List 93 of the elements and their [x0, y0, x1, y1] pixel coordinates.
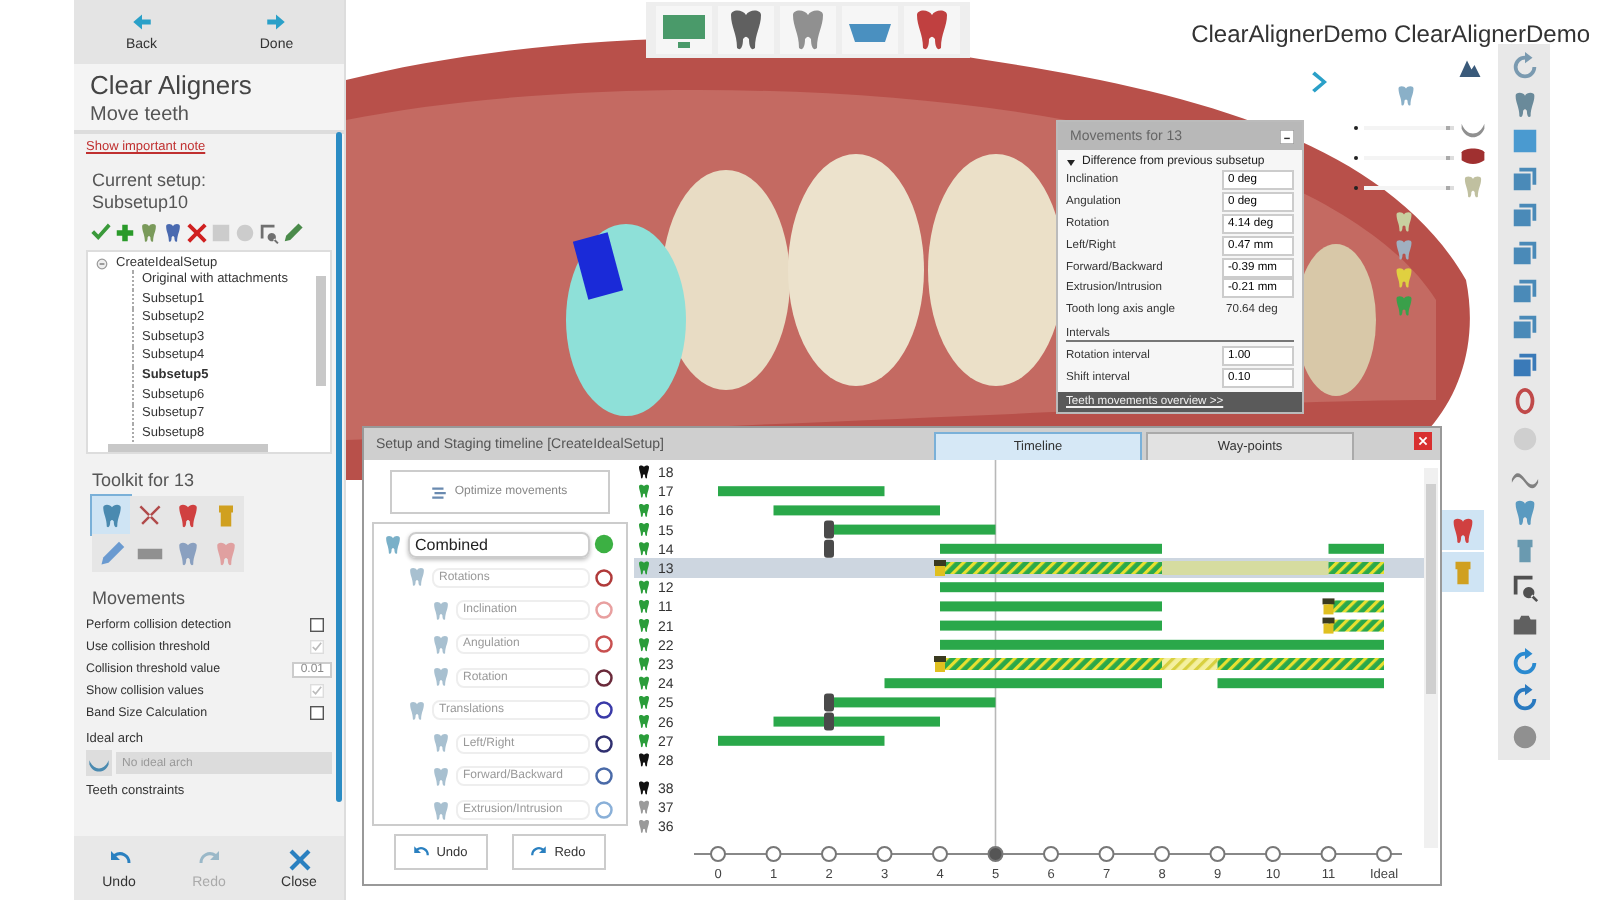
view-cube-icon[interactable] — [1509, 349, 1539, 380]
tooth-icon — [405, 699, 427, 722]
view-cube-icon[interactable] — [1509, 237, 1539, 268]
tooth-icon — [429, 732, 451, 755]
tooth-icon[interactable] — [138, 222, 160, 244]
checkbox[interactable] — [310, 706, 324, 720]
tooth-icon[interactable] — [780, 6, 836, 54]
rotate-icon[interactable] — [1509, 52, 1539, 82]
tooth-icon — [429, 765, 451, 788]
tooth-icon[interactable] — [162, 222, 184, 244]
movement-bar[interactable] — [829, 697, 996, 708]
toolkit-button[interactable] — [92, 534, 130, 572]
plus-icon[interactable] — [114, 222, 136, 244]
stage-handle[interactable] — [824, 539, 834, 558]
scrollbar[interactable] — [316, 276, 326, 386]
stage-marker[interactable] — [1098, 846, 1115, 862]
app-title: ClearAlignerDemo ClearAlignerDemo — [1191, 20, 1590, 48]
collapse-icon[interactable] — [96, 257, 108, 269]
panel-title: Clear Aligners — [90, 70, 254, 100]
stage-marker[interactable] — [876, 846, 893, 862]
movement-bar[interactable] — [829, 524, 996, 535]
toolkit-title: Toolkit for 13 — [92, 470, 197, 490]
close-icon — [287, 847, 311, 871]
stage-marker[interactable] — [765, 846, 782, 862]
magnifier-icon[interactable] — [1509, 572, 1539, 603]
tooth-icon — [429, 666, 451, 689]
list-icon — [430, 483, 449, 501]
tooth-icon[interactable] — [1392, 210, 1416, 234]
tooth-icon — [429, 599, 451, 622]
tooth-icon — [211, 539, 239, 567]
panel-subtitle: Move teeth — [90, 104, 191, 126]
collapse-triangle-icon[interactable] — [1066, 157, 1076, 167]
stage-handle[interactable] — [824, 520, 834, 539]
scissors-icon — [135, 501, 163, 529]
stage-marker[interactable] — [987, 846, 1004, 862]
minimize-icon[interactable] — [1280, 129, 1294, 143]
current-setup-label: Current setup: — [90, 170, 209, 192]
stage-handle[interactable] — [824, 693, 834, 712]
tooth-tool-button[interactable] — [1440, 510, 1484, 550]
view-cube-icon[interactable] — [1509, 275, 1539, 306]
stage-marker[interactable] — [932, 846, 948, 862]
stage-marker[interactable] — [1265, 846, 1281, 862]
undo-icon — [412, 843, 431, 861]
tooth-icon — [405, 566, 427, 589]
rotate-icon[interactable] — [1509, 647, 1539, 677]
mountain-icon[interactable] — [1458, 56, 1482, 80]
checkbox[interactable] — [310, 618, 324, 632]
back-arrow-icon — [129, 12, 154, 32]
movement-bar[interactable] — [773, 716, 940, 727]
stage-marker[interactable] — [1154, 846, 1170, 862]
stage-marker[interactable] — [1043, 846, 1059, 862]
tray-icon[interactable] — [842, 6, 898, 54]
scrollbar[interactable] — [336, 132, 342, 802]
view-cube-icon[interactable] — [1509, 312, 1539, 343]
pen-icon — [97, 539, 125, 567]
delete-icon[interactable] — [186, 222, 208, 244]
view-cube-icon[interactable] — [1509, 200, 1539, 231]
stage-handle[interactable] — [824, 712, 834, 731]
tooth-icon — [173, 539, 201, 567]
gum-icon — [1460, 144, 1486, 170]
stage-marker[interactable] — [821, 846, 837, 862]
scrollbar[interactable] — [1424, 468, 1438, 848]
rotate-icon[interactable] — [1509, 684, 1539, 715]
tooth-icon[interactable] — [1392, 266, 1416, 290]
tooth-icon — [429, 799, 451, 822]
tooth-icon — [1460, 174, 1486, 200]
tooth-icon — [173, 501, 201, 529]
stage-marker[interactable] — [1320, 846, 1337, 862]
curve-icon[interactable] — [282, 222, 304, 244]
sphere-icon[interactable] — [1509, 721, 1539, 752]
tooth-search-icon[interactable] — [258, 222, 280, 244]
current-setup-value: Subsetup10 — [90, 192, 191, 214]
scrollbar[interactable] — [108, 444, 268, 452]
movements-title: Movements — [92, 588, 188, 608]
check-icon[interactable] — [90, 222, 112, 244]
stage-marker[interactable] — [710, 846, 726, 862]
tooth-icon — [381, 533, 403, 556]
monitor-icon[interactable] — [656, 6, 712, 54]
tooth-icon[interactable] — [904, 6, 960, 54]
tooth-tool-button[interactable] — [1440, 552, 1484, 592]
movement-type-item[interactable]: Combined — [407, 531, 589, 558]
tooth-move-icon — [97, 501, 125, 529]
tooth-icon — [429, 633, 451, 656]
toolkit-button[interactable] — [92, 496, 130, 534]
view-cube-icon[interactable] — [1509, 163, 1539, 194]
square-icon[interactable] — [1509, 126, 1539, 157]
redo-icon — [530, 843, 549, 861]
tooth-icon[interactable] — [718, 6, 774, 54]
forward-arrow-icon — [264, 12, 289, 32]
stage-marker[interactable] — [1209, 846, 1226, 862]
stage-marker[interactable] — [1376, 846, 1392, 862]
close-icon[interactable] — [1414, 431, 1432, 449]
arch-icon — [86, 750, 112, 776]
